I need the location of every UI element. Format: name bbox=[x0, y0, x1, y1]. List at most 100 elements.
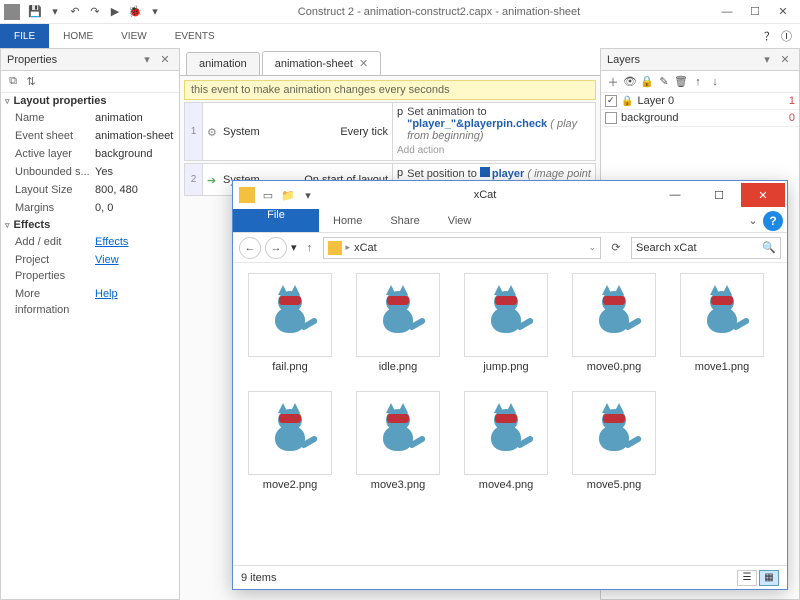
prop-row[interactable]: Layout Size800, 480 bbox=[1, 181, 179, 199]
close-icon[interactable]: ✕ bbox=[157, 52, 173, 68]
panel-title: Layers bbox=[607, 54, 640, 66]
sort-icon[interactable]: ⇅ bbox=[23, 74, 39, 90]
add-layer-icon[interactable]: ＋ bbox=[605, 74, 621, 90]
explorer-title: xCat bbox=[317, 189, 653, 201]
dropdown-icon[interactable]: ▾ bbox=[299, 186, 317, 204]
visibility-checkbox[interactable] bbox=[605, 112, 617, 124]
add-action-link[interactable]: Add action bbox=[397, 143, 591, 158]
dropdown-icon[interactable]: ▾ bbox=[46, 3, 64, 21]
chevron-down-icon[interactable]: ⌄ bbox=[588, 242, 596, 253]
prop-row[interactable]: Nameanimation bbox=[1, 109, 179, 127]
search-input[interactable]: Search xCat 🔍 bbox=[631, 237, 781, 259]
tab-animation-sheet[interactable]: animation-sheet✕ bbox=[262, 51, 382, 75]
action-text[interactable]: Set animation to "player_"&playerpin.che… bbox=[407, 106, 591, 142]
pin-icon[interactable]: ▾ bbox=[139, 52, 155, 68]
details-view-button[interactable]: ☰ bbox=[737, 570, 757, 586]
close-icon[interactable]: ✕ bbox=[770, 3, 796, 21]
prop-value[interactable]: 0, 0 bbox=[95, 200, 113, 216]
prop-row[interactable]: Active layerbackground bbox=[1, 145, 179, 163]
event-row[interactable]: 1⚙SystemEvery tickpSet animation to "pla… bbox=[184, 102, 596, 161]
ribbon-view[interactable]: View bbox=[434, 209, 486, 232]
undo-icon[interactable]: ↶ bbox=[66, 3, 84, 21]
move-down-icon[interactable]: ↓ bbox=[707, 74, 723, 90]
ribbon-share[interactable]: Share bbox=[376, 209, 433, 232]
menu-home[interactable]: HOME bbox=[49, 24, 107, 48]
prop-row[interactable]: Margins0, 0 bbox=[1, 199, 179, 217]
prop-value[interactable]: background bbox=[95, 146, 153, 162]
file-explorer-window: ▭ 📁 ▾ xCat — ☐ ✕ File Home Share View ⌄ … bbox=[232, 180, 788, 590]
prop-section-effects[interactable]: ▿Effects bbox=[1, 217, 179, 233]
new-folder-icon[interactable]: 📁 bbox=[279, 186, 297, 204]
maximize-icon[interactable]: ☐ bbox=[742, 3, 768, 21]
save-icon[interactable]: 💾 bbox=[26, 3, 44, 21]
delete-icon[interactable]: 🗑 bbox=[673, 74, 689, 90]
close-button[interactable]: ✕ bbox=[741, 183, 785, 207]
redo-icon[interactable]: ↷ bbox=[86, 3, 104, 21]
prop-row[interactable]: Unbounded s...Yes bbox=[1, 163, 179, 181]
collapse-all-icon[interactable]: ⧉ bbox=[5, 74, 21, 90]
chevron-down-icon[interactable]: ⌄ bbox=[743, 209, 763, 232]
close-icon[interactable]: ✕ bbox=[777, 52, 793, 68]
tab-animation[interactable]: animation bbox=[186, 52, 260, 75]
file-item[interactable]: idle.png bbox=[355, 273, 441, 373]
minimize-button[interactable]: — bbox=[653, 183, 697, 207]
icons-view-button[interactable]: ▦ bbox=[759, 570, 779, 586]
prop-link[interactable]: Help bbox=[95, 286, 118, 318]
event-condition[interactable]: ⚙SystemEvery tick bbox=[203, 103, 393, 160]
nav-forward-button[interactable]: → bbox=[265, 237, 287, 259]
layer-row[interactable]: 🔒Layer 01 bbox=[601, 93, 799, 110]
maximize-button[interactable]: ☐ bbox=[697, 183, 741, 207]
close-icon[interactable]: ✕ bbox=[359, 58, 368, 70]
nav-up-button[interactable]: ↑ bbox=[301, 239, 319, 257]
prop-key: Name bbox=[15, 110, 95, 126]
window-title: Construct 2 - animation-construct2.capx … bbox=[164, 6, 714, 18]
menu-events[interactable]: EVENTS bbox=[161, 24, 229, 48]
visibility-icon[interactable]: 👁 bbox=[622, 74, 638, 90]
visibility-checkbox[interactable] bbox=[605, 95, 617, 107]
menu-view[interactable]: VIEW bbox=[107, 24, 161, 48]
file-item[interactable]: jump.png bbox=[463, 273, 549, 373]
prop-row[interactable]: Event sheetanimation-sheet bbox=[1, 127, 179, 145]
run-icon[interactable]: ▶ bbox=[106, 3, 124, 21]
dropdown-icon[interactable]: ▾ bbox=[146, 3, 164, 21]
prop-link[interactable]: View bbox=[95, 252, 119, 284]
prop-value[interactable]: animation-sheet bbox=[95, 128, 173, 144]
prop-section-layout[interactable]: ▿Layout properties bbox=[1, 93, 179, 109]
prop-value[interactable]: Yes bbox=[95, 164, 113, 180]
nav-back-button[interactable]: ← bbox=[239, 237, 261, 259]
move-up-icon[interactable]: ↑ bbox=[690, 74, 706, 90]
explorer-file-grid[interactable]: fail.png idle.png jump.png move0.png move1.p… bbox=[233, 263, 787, 565]
layer-name[interactable]: Layer 0 bbox=[637, 95, 674, 107]
help-icon[interactable]: ? bbox=[763, 211, 783, 231]
edit-icon[interactable]: ✎ bbox=[656, 74, 672, 90]
prop-link[interactable]: Effects bbox=[95, 234, 128, 250]
properties-icon[interactable]: ▭ bbox=[259, 186, 277, 204]
pin-icon[interactable]: ▾ bbox=[759, 52, 775, 68]
layer-name[interactable]: background bbox=[621, 112, 679, 124]
address-bar[interactable]: ▸ xCat ⌄ bbox=[323, 237, 601, 259]
question-icon[interactable]: ？ bbox=[764, 28, 775, 44]
file-item[interactable]: move3.png bbox=[355, 391, 441, 491]
file-item[interactable]: move1.png bbox=[679, 273, 765, 373]
prop-value[interactable]: 800, 480 bbox=[95, 182, 138, 198]
info-icon[interactable]: ⓘ bbox=[781, 28, 792, 44]
layer-row[interactable]: background0 bbox=[601, 110, 799, 127]
menu-file[interactable]: FILE bbox=[0, 24, 49, 48]
file-item[interactable]: move5.png bbox=[571, 391, 657, 491]
debug-icon[interactable]: 🐞 bbox=[126, 3, 144, 21]
file-item[interactable]: fail.png bbox=[247, 273, 333, 373]
history-dropdown-icon[interactable]: ▾ bbox=[291, 241, 297, 254]
refresh-button[interactable]: ⟳ bbox=[605, 237, 627, 259]
minimize-icon[interactable]: — bbox=[714, 3, 740, 21]
chevron-right-icon: ▸ bbox=[346, 242, 351, 253]
ribbon-home[interactable]: Home bbox=[319, 209, 376, 232]
event-action[interactable]: pSet animation to "player_"&playerpin.ch… bbox=[393, 103, 595, 160]
prop-value[interactable]: animation bbox=[95, 110, 143, 126]
ribbon-file[interactable]: File bbox=[233, 209, 319, 232]
file-item[interactable]: move4.png bbox=[463, 391, 549, 491]
event-comment[interactable]: this event to make animation changes eve… bbox=[184, 80, 596, 100]
file-item[interactable]: move2.png bbox=[247, 391, 333, 491]
file-item[interactable]: move0.png bbox=[571, 273, 657, 373]
lock-icon[interactable]: 🔒 bbox=[639, 74, 655, 90]
breadcrumb[interactable]: xCat bbox=[354, 242, 377, 254]
